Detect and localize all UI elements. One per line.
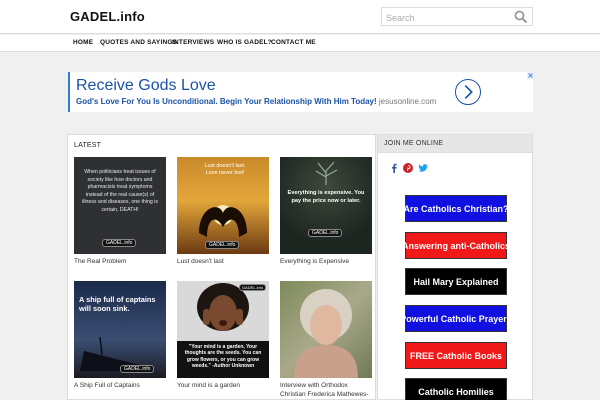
post-thumbnail[interactable]: When politicians treat issues of society… [74,157,166,254]
pinterest-icon[interactable] [403,163,413,173]
thumb-quote: A ship full of captains will soon sink. [79,295,156,313]
thumb-quote: Lust doesn't last. Love never lost! [204,163,246,176]
post-thumbnail[interactable] [280,281,372,378]
promo-catholic-homilies[interactable]: Catholic Homilies [405,378,507,400]
post-caption[interactable]: Everything is Expensive [280,257,372,266]
main-nav: HOME QUOTES AND SAYINGS INTERVIEWS WHO I… [0,35,600,52]
post-caption[interactable]: The Real Problem [74,257,166,266]
post-card[interactable]: When politicians treat issues of society… [74,157,166,266]
post-caption[interactable]: A Ship Full of Captains [74,381,166,390]
post-thumbnail[interactable]: "Your mind is a garden, Your thoughts ar… [177,281,269,378]
thumb-watermark: GADEL.info [308,229,343,237]
nav-quotes-and-sayings[interactable]: QUOTES AND SAYINGS [100,39,177,46]
thumb-quote: Everything is expensive. You pay the pri… [287,190,365,204]
ad-close-icon[interactable] [527,72,534,79]
chevron-right-icon[interactable] [455,79,481,105]
post-thumbnail[interactable]: Lust doesn't last. Love never lost! GADE… [177,157,269,254]
facebook-icon[interactable] [389,163,399,173]
post-caption[interactable]: Interview with Orthodox Christian Freder… [280,381,372,399]
twitter-icon[interactable] [418,163,428,173]
heart-hands-icon [199,205,247,237]
promo-hail-mary-explained[interactable]: Hail Mary Explained [405,268,507,295]
thumb-watermark: GADEL.info [239,284,267,291]
post-card[interactable]: "Your mind is a garden, Your thoughts ar… [177,281,269,390]
nav-contact-me[interactable]: CONTACT ME [271,39,316,46]
nav-who-is-gadel[interactable]: WHO IS GADEL? [217,39,272,46]
ad-description: God's Love For You Is Unconditional. Beg… [76,97,377,106]
search-icon[interactable] [514,10,528,24]
post-card[interactable]: Everything is expensive. You pay the pri… [280,157,372,266]
sidebar: JOIN ME ONLINE Are Catholics Christian? … [377,134,533,400]
thumb-watermark: GADEL.info [205,241,240,249]
ad-url: jesusonline.com [378,97,437,106]
promo-powerful-catholic-prayers[interactable]: Powerful Catholic Prayers [400,305,512,332]
latest-section: LATEST When politicians treat issues of … [67,134,376,400]
ad-banner[interactable]: Receive Gods Love God's Love For You Is … [68,72,533,112]
thumb-watermark: GADEL.info [102,239,137,247]
post-card[interactable]: Lust doesn't last. Love never lost! GADE… [177,157,269,266]
post-thumbnail[interactable]: A ship full of captains will soon sink. … [74,281,166,378]
thumb-quote: "Your mind is a garden, Your thoughts ar… [177,341,269,378]
nav-interviews[interactable]: INTERVIEWS [172,39,214,46]
search-box[interactable] [381,7,533,27]
site-header: GADEL.info [0,0,600,34]
post-caption[interactable]: Lust doesn't last [177,257,269,266]
post-card[interactable]: Interview with Orthodox Christian Freder… [280,281,372,399]
portrait-photo-icon [294,289,358,378]
post-thumbnail[interactable]: Everything is expensive. You pay the pri… [280,157,372,254]
thumb-quote: When politicians treat issues of society… [82,169,158,213]
promo-free-catholic-books[interactable]: FREE Catholic Books [405,342,507,369]
latest-title: LATEST [74,142,102,149]
thumb-watermark: GADEL.info [120,365,155,373]
site-logo[interactable]: GADEL.info [70,9,145,24]
promo-answering-anti-catholics[interactable]: Answering anti-Catholics [402,232,510,259]
tree-icon [315,161,338,185]
post-caption[interactable]: Your mind is a garden [177,381,269,390]
promo-are-catholics-christian[interactable]: Are Catholics Christian? [403,195,509,222]
post-card[interactable]: A ship full of captains will soon sink. … [74,281,166,390]
nav-home[interactable]: HOME [73,39,93,46]
ad-title[interactable]: Receive Gods Love [76,77,216,95]
ad-text: God's Love For You Is Unconditional. Beg… [76,97,436,106]
search-input[interactable] [382,9,502,27]
sidebar-title: JOIN ME ONLINE [384,140,444,147]
